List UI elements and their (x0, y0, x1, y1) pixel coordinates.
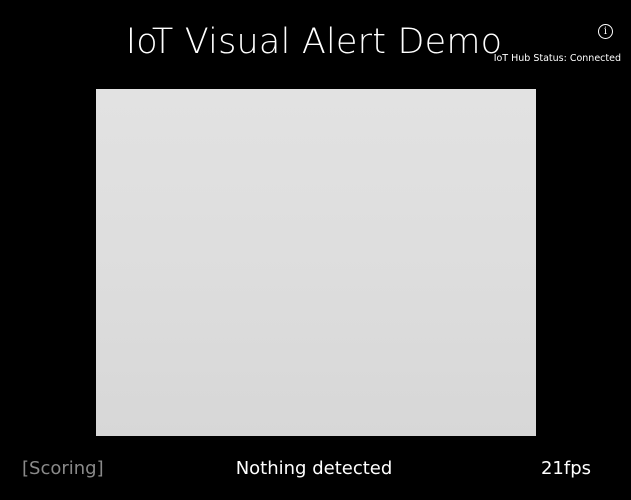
fps-counter: 21fps (540, 458, 591, 479)
camera-feed (96, 89, 536, 436)
info-icon-glyph: i (603, 25, 608, 37)
detection-result: Nothing detected (235, 458, 393, 479)
info-icon[interactable]: i (598, 24, 613, 39)
iot-hub-status: IoT Hub Status: Connected (493, 53, 621, 64)
